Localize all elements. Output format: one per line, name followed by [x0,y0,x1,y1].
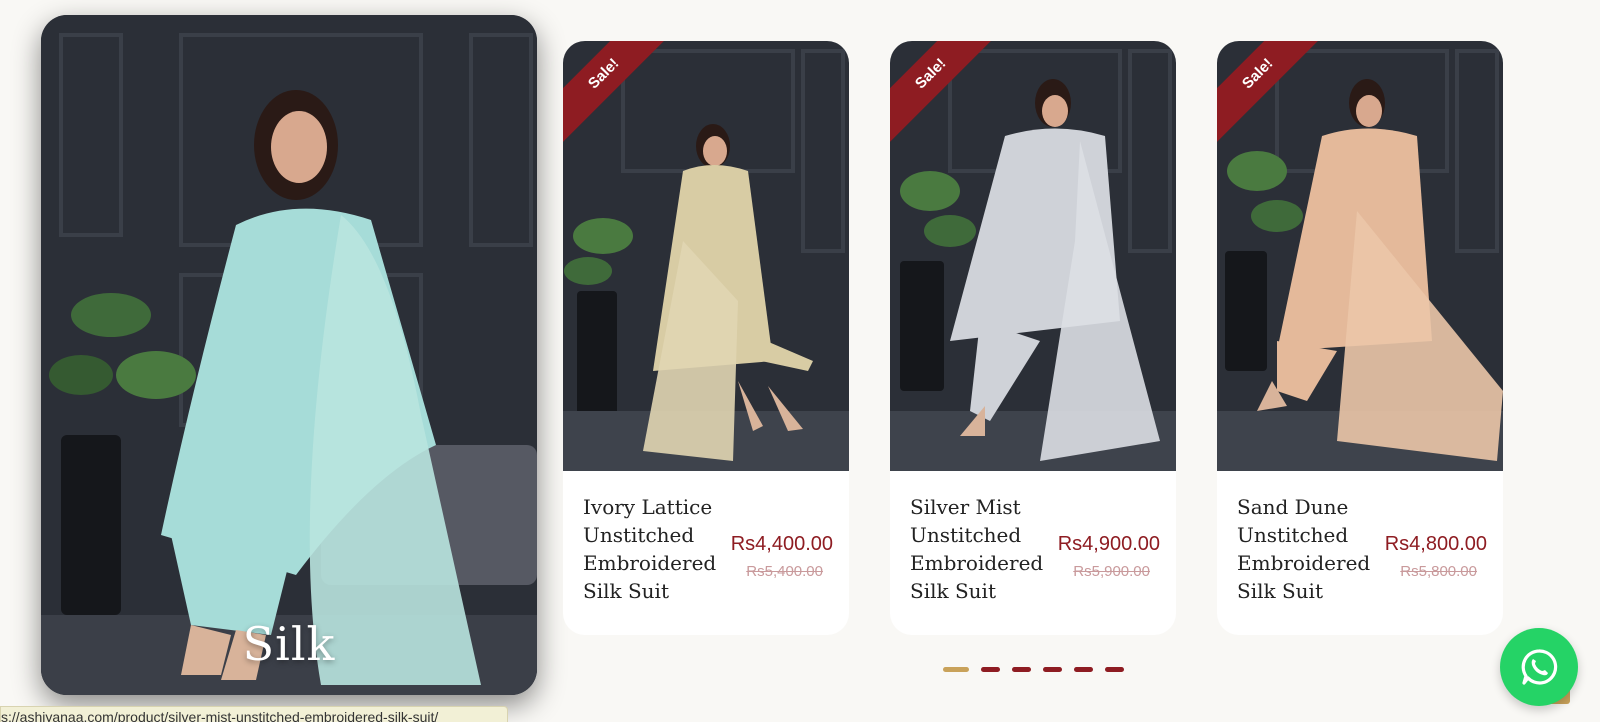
carousel-dot[interactable] [1074,667,1093,672]
product-name[interactable]: Sand Dune Unstitched Embroidered Silk Su… [1237,493,1377,605]
product-old-price: Rs5,400.00 [746,563,823,580]
category-card-silk[interactable]: Silk [41,15,537,695]
category-image [41,15,537,695]
carousel-pagination [943,667,1124,672]
carousel-dot[interactable] [1043,667,1062,672]
product-image[interactable]: Sale! [890,41,1176,471]
category-title: Silk [242,617,336,671]
carousel-dot[interactable] [943,667,969,672]
product-name[interactable]: Ivory Lattice Unstitched Embroidered Sil… [583,493,723,605]
product-price: Rs4,400.00 [730,533,833,555]
browser-status-url: s://ashiyanaa.com/product/silver-mist-un… [0,706,508,722]
carousel-dot[interactable] [1012,667,1031,672]
carousel-dot[interactable] [1105,667,1124,672]
product-card[interactable]: Sale! Ivory Lattice Unstitched Embroider… [563,41,849,635]
product-image[interactable]: Sale! [563,41,849,471]
product-price: Rs4,800.00 [1384,533,1487,555]
product-card[interactable]: Sale! Silver Mist Unstitched Embroidered… [890,41,1176,635]
product-old-price: Rs5,900.00 [1073,563,1150,580]
product-name[interactable]: Silver Mist Unstitched Embroidered Silk … [910,493,1050,605]
whatsapp-button[interactable] [1500,628,1578,706]
carousel-dot[interactable] [981,667,1000,672]
product-price: Rs4,900.00 [1057,533,1160,555]
product-image[interactable]: Sale! [1217,41,1503,471]
product-old-price: Rs5,800.00 [1400,563,1477,580]
whatsapp-icon [1521,649,1558,685]
product-card[interactable]: Sale! Sand Dune Unstitched Embroidered S… [1217,41,1503,635]
